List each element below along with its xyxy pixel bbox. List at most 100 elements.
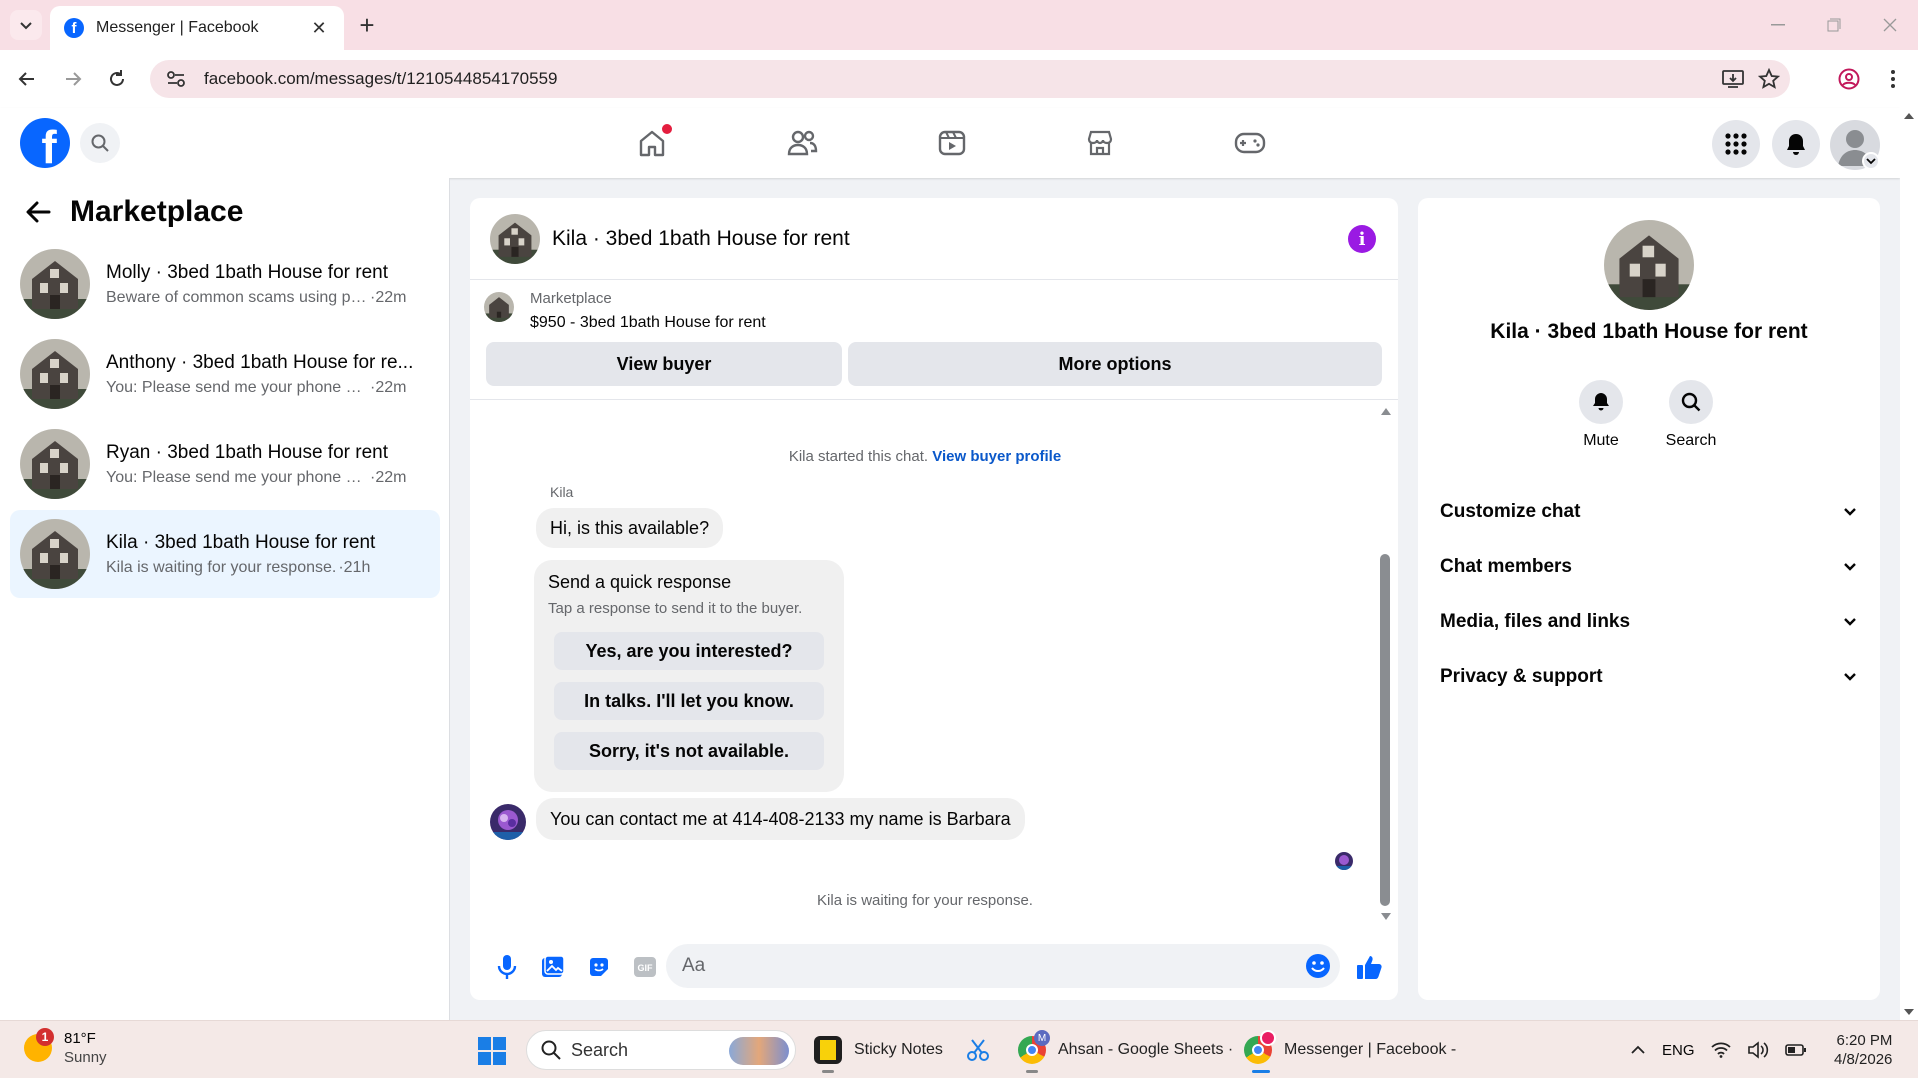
sticker-icon[interactable]	[582, 950, 616, 984]
thread-scroll-thumb[interactable]	[1380, 554, 1390, 906]
mute-button[interactable]: Mute	[1561, 380, 1641, 450]
facebook-search-button[interactable]	[80, 123, 120, 163]
taskbar-app-snipping-tool[interactable]	[964, 1029, 998, 1071]
grid-icon	[1725, 133, 1747, 155]
seen-avatar	[1335, 852, 1353, 870]
home-nav-icon[interactable]	[597, 118, 707, 168]
listing-thumbnail	[20, 429, 90, 499]
listing-price[interactable]: $950 - 3bed 1bath House for rent	[530, 314, 766, 332]
chat-panel: Kila · 3bed 1bath House for rent i Marke…	[470, 198, 1398, 1000]
url-text[interactable]: facebook.com/messages/t/1210544854170559	[204, 69, 557, 89]
install-app-icon[interactable]	[1722, 69, 1744, 89]
menu-grid-button[interactable]	[1712, 120, 1760, 168]
conversation-snippet: You: Please send me your phone nu...	[106, 468, 368, 486]
chat-avatar[interactable]	[490, 213, 540, 264]
facebook-favicon-icon: f	[64, 18, 84, 38]
windows-start-icon[interactable]	[478, 1037, 506, 1065]
bookmark-star-icon[interactable]	[1758, 68, 1780, 90]
weather-condition: Sunny	[64, 1049, 107, 1066]
facebook-logo-icon[interactable]: f	[20, 118, 70, 168]
tab-close-icon[interactable]: ✕	[308, 18, 330, 39]
omnibox[interactable]: facebook.com/messages/t/1210544854170559	[150, 60, 1790, 98]
conversation-item[interactable]: Anthony · 3bed 1bath House for re... You…	[10, 330, 440, 418]
browser-profile-icon[interactable]	[1832, 62, 1866, 96]
page-scrollbar[interactable]	[1900, 108, 1918, 1020]
new-tab-button[interactable]: +	[352, 10, 382, 40]
quick-response-option[interactable]: Sorry, it's not available.	[554, 732, 824, 770]
listing-label: Marketplace	[530, 290, 612, 307]
minimize-window-icon[interactable]	[1758, 10, 1798, 40]
info-icon[interactable]: i	[1348, 225, 1376, 253]
reload-icon[interactable]	[100, 62, 134, 96]
back-icon[interactable]	[10, 62, 44, 96]
notifications-button[interactable]	[1772, 120, 1820, 168]
listing-thumbnail	[484, 292, 514, 322]
gaming-nav-icon[interactable]	[1195, 118, 1305, 168]
friends-nav-icon[interactable]	[747, 118, 857, 168]
chat-started-notice: Kila started this chat. View buyer profi…	[470, 448, 1380, 465]
battery-icon[interactable]	[1784, 1043, 1807, 1057]
quick-response-option[interactable]: Yes, are you interested?	[554, 632, 824, 670]
taskbar-app-label: Messenger | Facebook -	[1284, 1041, 1457, 1058]
chat-details-avatar[interactable]	[1604, 220, 1694, 310]
message-input[interactable]	[666, 944, 1340, 988]
weather-widget[interactable]: 1 81°F Sunny	[24, 1028, 107, 1067]
page-title: Marketplace	[70, 195, 244, 228]
conversation-item-active[interactable]: Kila · 3bed 1bath House for rent Kila is…	[10, 510, 440, 598]
restore-window-icon[interactable]	[1814, 10, 1854, 40]
view-buyer-profile-link[interactable]: View buyer profile	[932, 448, 1061, 465]
taskbar-app-messenger[interactable]: Messenger | Facebook -	[1244, 1029, 1457, 1073]
listing-thumbnail	[20, 249, 90, 319]
taskbar-app-google-sheets[interactable]: M Ahsan - Google Sheets ·	[1018, 1029, 1233, 1073]
wifi-icon[interactable]	[1710, 1042, 1731, 1058]
photo-icon[interactable]	[536, 950, 570, 984]
scroll-up-icon[interactable]	[1900, 110, 1918, 122]
browser-tab-messenger[interactable]: f Messenger | Facebook ✕	[50, 6, 344, 50]
mute-label: Mute	[1583, 432, 1619, 449]
chat-title[interactable]: Kila · 3bed 1bath House for rent	[552, 227, 850, 251]
sender-avatar[interactable]	[490, 804, 526, 840]
conversation-name: Anthony · 3bed 1bath House for re...	[106, 351, 414, 373]
account-caret-icon[interactable]	[1862, 152, 1880, 170]
emoji-icon[interactable]	[1304, 952, 1332, 980]
taskbar-app-sticky-notes[interactable]: Sticky Notes	[814, 1029, 943, 1073]
back-arrow-icon[interactable]	[20, 194, 56, 230]
browser-menu-icon[interactable]	[1876, 62, 1910, 96]
conversation-time: ·22m	[370, 468, 407, 486]
running-indicator	[1252, 1070, 1270, 1073]
like-thumb-icon[interactable]	[1352, 950, 1386, 984]
temperature: 81°F	[64, 1030, 96, 1047]
volume-icon[interactable]	[1747, 1041, 1769, 1059]
chat-members-section[interactable]: Chat members	[1430, 543, 1866, 591]
privacy-support-section[interactable]: Privacy & support	[1430, 653, 1866, 701]
microphone-icon[interactable]	[490, 950, 524, 984]
scroll-down-icon[interactable]	[1380, 912, 1392, 922]
gif-icon[interactable]: GIF	[628, 950, 662, 984]
close-window-icon[interactable]	[1870, 10, 1910, 40]
conversation-time: ·21h	[338, 558, 371, 576]
marketplace-nav-icon[interactable]	[1045, 118, 1155, 168]
site-info-icon[interactable]	[156, 60, 196, 98]
language-indicator[interactable]: ENG	[1662, 1042, 1695, 1059]
search-highlight-image	[729, 1037, 789, 1065]
conversation-item[interactable]: Ryan · 3bed 1bath House for rent You: Pl…	[10, 420, 440, 508]
chat-details-title: Kila · 3bed 1bath House for rent	[1490, 320, 1808, 343]
search-in-chat-button[interactable]: Search	[1651, 380, 1731, 450]
forward-icon[interactable]	[56, 62, 90, 96]
view-buyer-button[interactable]: View buyer	[486, 342, 842, 386]
customize-chat-section[interactable]: Customize chat	[1430, 488, 1866, 536]
taskbar-search[interactable]: Search	[526, 1030, 796, 1070]
svg-text:GIF: GIF	[638, 963, 654, 973]
tab-search-button[interactable]	[10, 10, 42, 40]
video-nav-icon[interactable]	[897, 118, 1007, 168]
chevron-up-icon[interactable]	[1630, 1045, 1646, 1055]
message-bubble: You can contact me at 414-408-2133 my na…	[536, 798, 1025, 840]
scroll-down-icon[interactable]	[1900, 1006, 1918, 1018]
more-options-button[interactable]: More options	[848, 342, 1382, 386]
chrome-icon	[1244, 1030, 1276, 1064]
quick-response-option[interactable]: In talks. I'll let you know.	[554, 682, 824, 720]
scroll-up-icon[interactable]	[1380, 406, 1392, 416]
media-files-links-section[interactable]: Media, files and links	[1430, 598, 1866, 646]
conversation-item[interactable]: Molly · 3bed 1bath House for rent Beware…	[10, 240, 440, 328]
system-clock[interactable]: 6:20 PM 4/8/2026	[1834, 1031, 1892, 1069]
